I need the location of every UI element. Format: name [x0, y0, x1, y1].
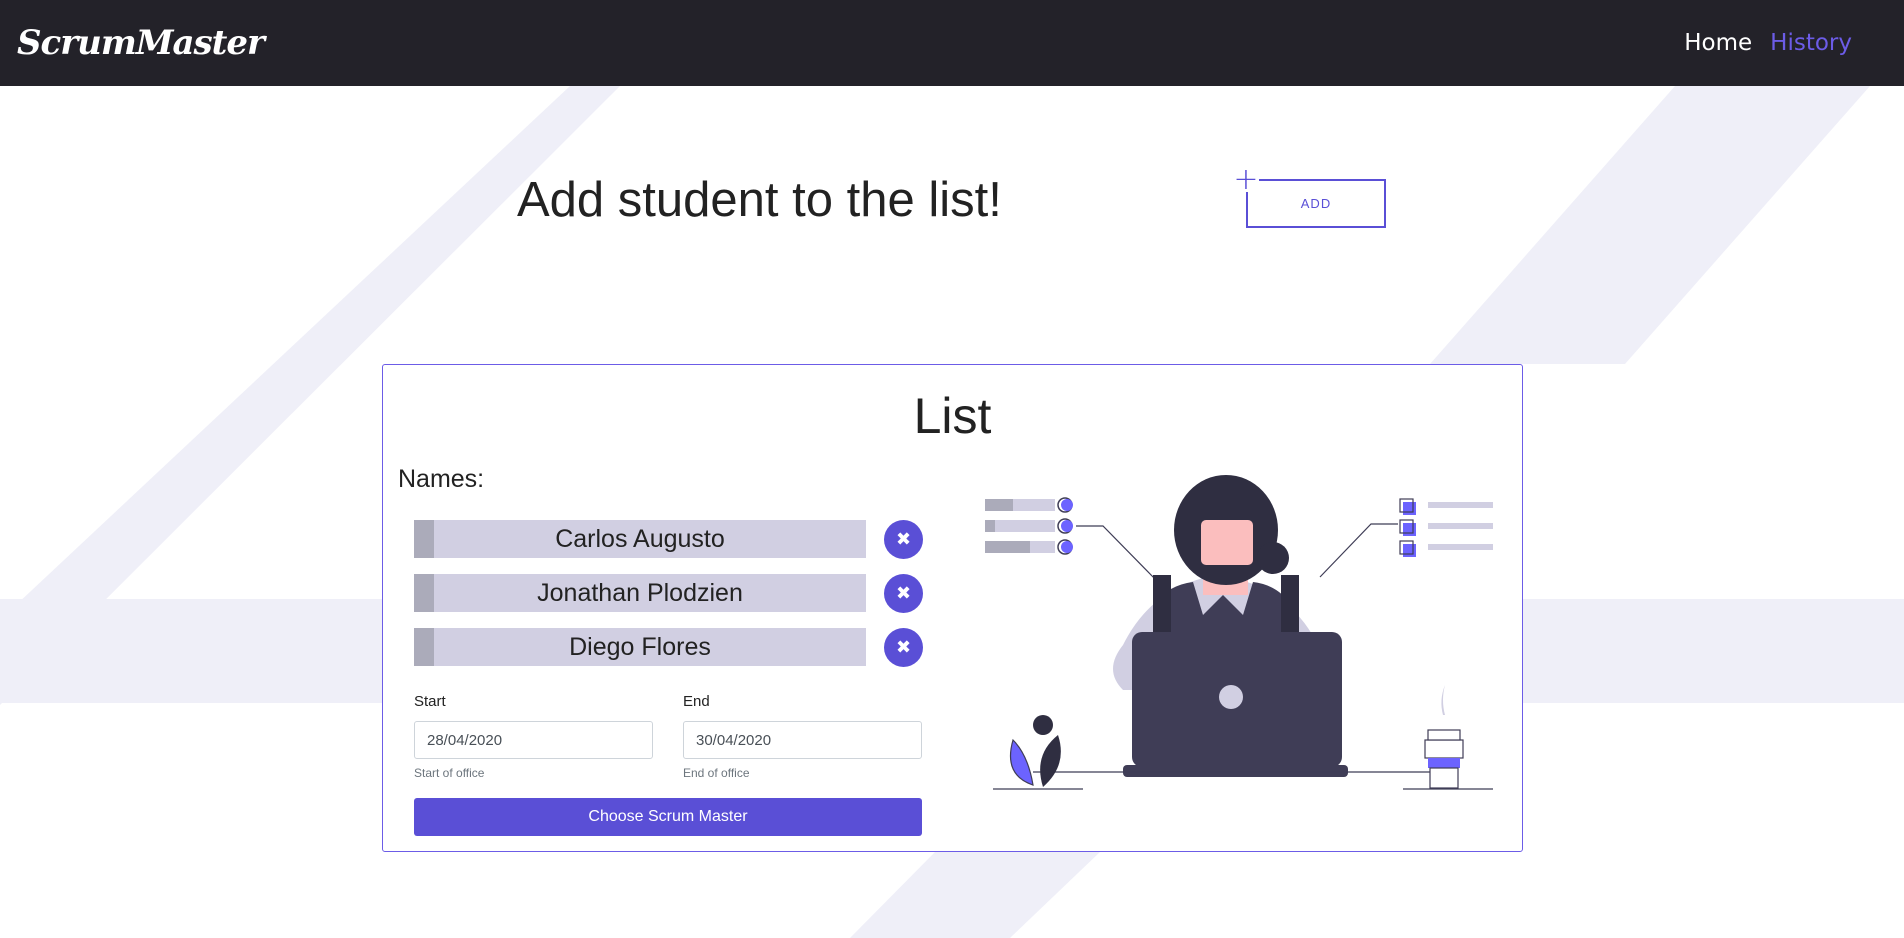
brand-logo[interactable]: ScrumMaster: [17, 23, 265, 63]
list-card: List Names: Carlos Augusto ✖ Jonathan Pl…: [382, 364, 1523, 852]
end-date-input[interactable]: [683, 721, 922, 759]
remove-student-button[interactable]: ✖: [884, 574, 923, 613]
start-date-input[interactable]: [414, 721, 653, 759]
nav-link-history[interactable]: History: [1770, 30, 1852, 56]
coffee-cup-graphic: [1403, 685, 1493, 790]
navbar: ScrumMaster Home History: [0, 0, 1904, 86]
close-icon: ✖: [895, 529, 912, 550]
end-label: End: [683, 693, 710, 710]
remove-student-button[interactable]: ✖: [884, 628, 923, 667]
close-icon: ✖: [895, 637, 912, 658]
laptop-graphic: [1033, 632, 1433, 777]
close-icon: ✖: [895, 583, 912, 604]
student-name-text: Carlos Augusto: [555, 524, 725, 553]
add-student-button[interactable]: ADD: [1246, 179, 1386, 228]
start-help-text: Start of office: [414, 766, 485, 780]
choose-scrum-master-button[interactable]: Choose Scrum Master: [414, 798, 922, 836]
student-name-text: Diego Flores: [569, 632, 711, 661]
nav-links: Home History: [1684, 30, 1852, 56]
list-item: Carlos Augusto ✖: [414, 520, 923, 559]
plant-graphic: [993, 715, 1083, 790]
card-title: List: [913, 388, 992, 444]
names-label: Names:: [398, 465, 485, 493]
nav-link-home[interactable]: Home: [1684, 30, 1752, 56]
student-name: Carlos Augusto: [414, 520, 866, 558]
plus-icon: +: [1233, 162, 1259, 197]
left-checklist-graphic: [985, 497, 1159, 583]
student-name-text: Jonathan Plodzien: [537, 578, 743, 607]
remove-student-button[interactable]: ✖: [884, 520, 923, 559]
list-item: Jonathan Plodzien ✖: [414, 574, 923, 613]
start-label: Start: [414, 693, 446, 710]
page-title: Add student to the list!: [517, 173, 1002, 227]
right-checklist-graphic: [1319, 498, 1493, 578]
student-name: Diego Flores: [414, 628, 866, 666]
end-help-text: End of office: [683, 766, 750, 780]
woman-at-laptop-illustration: [985, 475, 1493, 790]
list-item: Diego Flores ✖: [414, 628, 923, 667]
student-name: Jonathan Plodzien: [414, 574, 866, 612]
